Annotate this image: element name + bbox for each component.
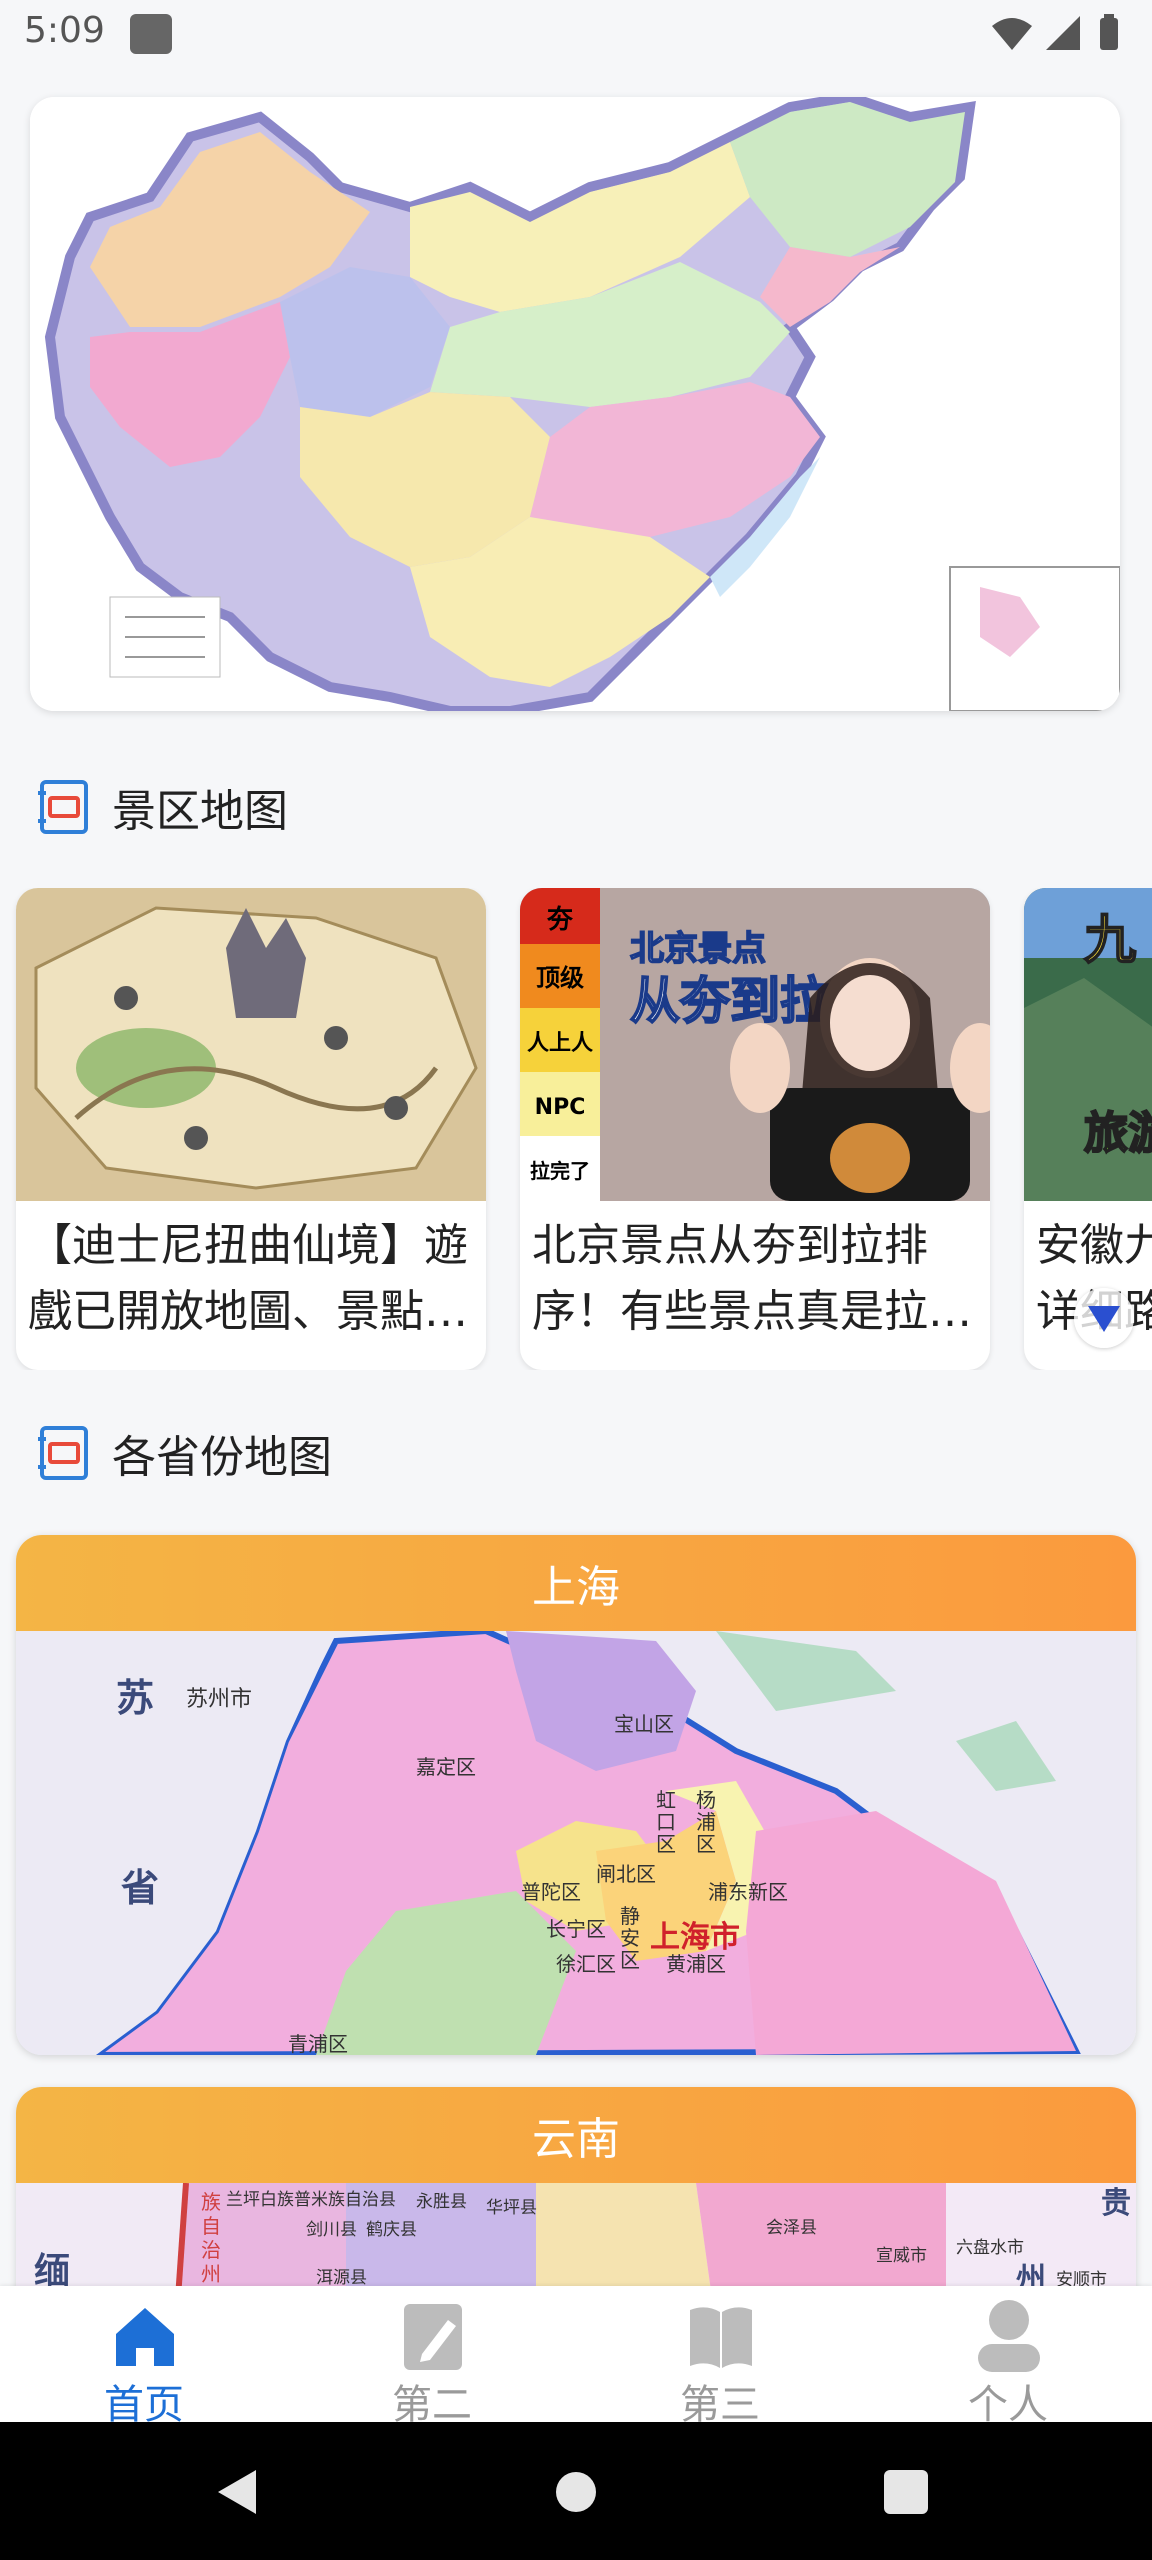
province-card-shanghai[interactable]: 上海 苏 省 苏州市 宝山区 嘉定区 虹 口 区 杨 浦 区 普陀区 闸北区 浦… <box>16 1535 1136 2055</box>
nav-item-second[interactable]: 第二 <box>288 2286 576 2428</box>
status-bar: 5:09 <box>0 0 1152 70</box>
svg-text:宣威市: 宣威市 <box>876 2246 927 2266</box>
svg-text:从夯到拉: 从夯到拉 <box>630 972 830 1030</box>
battery-icon <box>1100 18 1118 50</box>
svg-text:贵: 贵 <box>1101 2186 1131 2221</box>
svg-text:人上人: 人上人 <box>527 1031 593 1056</box>
svg-text:口: 口 <box>656 1810 676 1834</box>
svg-text:青浦区: 青浦区 <box>288 2032 348 2055</box>
svg-text:治: 治 <box>201 2238 221 2262</box>
svg-text:浦: 浦 <box>696 1810 716 1834</box>
svg-text:区: 区 <box>656 1832 676 1856</box>
svg-text:长宁区: 长宁区 <box>546 1917 606 1941</box>
svg-text:徐汇区: 徐汇区 <box>556 1952 616 1976</box>
section-title-provinces: 各省份地图 <box>112 1432 332 1483</box>
svg-text:安: 安 <box>620 1926 640 1950</box>
scroll-indicator-icon[interactable] <box>1074 1288 1134 1348</box>
svg-text:虹: 虹 <box>656 1788 676 1812</box>
svg-text:自: 自 <box>201 2214 221 2238</box>
nav-item-home[interactable]: 首页 <box>0 2286 288 2428</box>
notification-icon <box>130 14 172 54</box>
province-map-shanghai: 苏 省 苏州市 宝山区 嘉定区 虹 口 区 杨 浦 区 普陀区 闸北区 浦东新区… <box>16 1627 1136 2055</box>
book-icon <box>690 2307 752 2368</box>
province-header: 上海 <box>16 1535 1136 1631</box>
section-header-scenic: 景区地图 <box>38 772 288 842</box>
home-button-icon[interactable] <box>556 2472 596 2512</box>
card-title: 北京景点从夯到拉排 序！有些景点真是拉… <box>532 1220 972 1337</box>
svg-text:夯: 夯 <box>546 905 573 935</box>
card-thumbnail: 九 旅游 <box>1024 888 1152 1201</box>
province-name: 上海 <box>532 1562 620 1613</box>
section-header-provinces: 各省份地图 <box>38 1418 332 1488</box>
card-thumbnail: 夯 顶级 人上人 NPC 拉完了 北京景点 从夯到拉 <box>520 888 990 1201</box>
nav-item-third[interactable]: 第三 <box>576 2286 864 2428</box>
svg-text:洱源县: 洱源县 <box>316 2268 367 2288</box>
wifi-icon <box>992 18 1032 50</box>
scenic-card[interactable]: 【迪士尼扭曲仙境】遊 戲已開放地圖、景點… <box>16 888 486 1370</box>
scenic-card-carousel[interactable]: 【迪士尼扭曲仙境】遊 戲已開放地圖、景點… 夯 顶级 人上人 NPC 拉完了 北… <box>0 888 1152 1370</box>
svg-text:上海市: 上海市 <box>650 1920 740 1955</box>
svg-text:黄浦区: 黄浦区 <box>666 1952 726 1976</box>
china-map-image <box>30 97 1120 711</box>
nav-item-profile[interactable]: 个人 <box>864 2286 1152 2428</box>
svg-text:六盘水市: 六盘水市 <box>956 2238 1024 2258</box>
svg-text:州: 州 <box>201 2262 221 2286</box>
china-map-banner[interactable] <box>30 97 1120 711</box>
svg-text:鹤庆县: 鹤庆县 <box>366 2220 417 2240</box>
svg-text:苏州市: 苏州市 <box>186 1687 252 1712</box>
svg-text:浦东新区: 浦东新区 <box>708 1880 788 1904</box>
svg-text:旅游: 旅游 <box>1084 1108 1152 1159</box>
svg-text:嘉定区: 嘉定区 <box>416 1755 476 1779</box>
svg-text:永胜县: 永胜县 <box>416 2192 467 2212</box>
svg-text:普陀区: 普陀区 <box>521 1880 581 1904</box>
scenic-card[interactable]: 夯 顶级 人上人 NPC 拉完了 北京景点 从夯到拉 北京景点从夯到拉排 序！有… <box>520 888 990 1370</box>
system-nav-bar <box>0 2422 1152 2560</box>
card-title: 【迪士尼扭曲仙境】遊 戲已開放地圖、景點… <box>28 1220 468 1337</box>
person-icon <box>978 2300 1040 2372</box>
svg-text:NPC: NPC <box>535 1095 586 1120</box>
home-icon <box>116 2308 174 2366</box>
svg-text:区: 区 <box>696 1832 716 1856</box>
section-title-scenic: 景区地图 <box>112 786 288 837</box>
map-list-icon <box>38 1426 88 1480</box>
svg-text:苏: 苏 <box>116 1676 154 1720</box>
svg-text:宝山区: 宝山区 <box>614 1712 674 1736</box>
back-icon[interactable] <box>214 2468 260 2516</box>
svg-text:兰坪白族普米族自治县: 兰坪白族普米族自治县 <box>226 2190 396 2210</box>
recent-apps-icon[interactable] <box>884 2470 928 2514</box>
edit-icon <box>404 2304 462 2370</box>
svg-text:拉完了: 拉完了 <box>530 1159 590 1183</box>
svg-text:杨: 杨 <box>696 1788 716 1812</box>
map-list-icon <box>38 780 88 834</box>
province-header: 云南 <box>16 2087 1136 2183</box>
svg-text:北京景点: 北京景点 <box>630 929 766 969</box>
svg-text:闸北区: 闸北区 <box>596 1862 656 1886</box>
status-icons <box>992 14 1118 50</box>
svg-text:九: 九 <box>1084 911 1136 971</box>
svg-text:静: 静 <box>620 1904 640 1928</box>
svg-text:区: 区 <box>620 1948 640 1972</box>
svg-text:省: 省 <box>121 1866 159 1910</box>
signal-icon <box>1046 16 1080 50</box>
svg-text:会泽县: 会泽县 <box>766 2218 817 2238</box>
svg-text:族: 族 <box>201 2190 221 2214</box>
card-thumbnail <box>16 888 486 1201</box>
status-time: 5:09 <box>24 10 105 51</box>
bottom-navigation: 首页 第二 第三 个人 <box>0 2286 1152 2428</box>
svg-text:华坪县: 华坪县 <box>486 2198 537 2218</box>
svg-text:剑川县: 剑川县 <box>306 2220 357 2240</box>
province-name: 云南 <box>532 2114 620 2165</box>
svg-text:顶级: 顶级 <box>536 964 584 992</box>
